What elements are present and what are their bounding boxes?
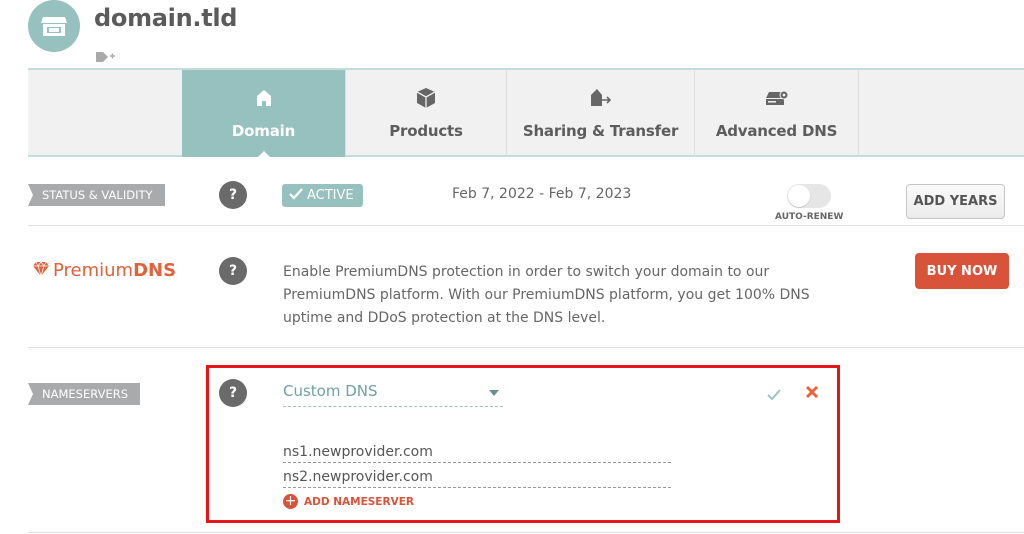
add-years-button[interactable]: ADD YEARS bbox=[906, 184, 1005, 219]
divider bbox=[28, 347, 1024, 348]
plus-circle-icon: + bbox=[283, 493, 298, 509]
check-icon bbox=[289, 187, 303, 204]
cancel-x-icon[interactable] bbox=[805, 384, 819, 403]
status-help-icon[interactable]: ? bbox=[219, 181, 247, 209]
tab-products[interactable]: Products bbox=[345, 70, 506, 157]
add-tag-icon[interactable] bbox=[96, 48, 116, 67]
server-gear-icon bbox=[765, 88, 788, 108]
status-validity-label: STATUS & VALIDITY bbox=[28, 184, 165, 206]
premium-description: Enable PremiumDNS protection in order to… bbox=[283, 264, 810, 326]
nameservers-label: NAMESERVERS bbox=[28, 383, 141, 405]
home-icon bbox=[256, 88, 271, 108]
storefront-icon bbox=[28, 0, 80, 52]
tab-sharing-transfer[interactable]: Sharing & Transfer bbox=[506, 70, 694, 157]
buy-now-button[interactable]: BUY NOW bbox=[915, 253, 1009, 289]
tab-advanced-dns[interactable]: Advanced DNS bbox=[694, 70, 858, 157]
domain-header: domain.tld bbox=[0, 0, 1024, 68]
auto-renew-toggle[interactable] bbox=[787, 184, 831, 208]
auto-renew-label: AUTO-RENEW bbox=[775, 212, 844, 222]
box-icon bbox=[417, 88, 435, 108]
tab-empty bbox=[858, 70, 1024, 157]
nameserver-2-input[interactable] bbox=[283, 466, 671, 488]
status-badge: ACTIVE bbox=[282, 184, 363, 207]
nameservers-help-icon[interactable]: ? bbox=[219, 379, 247, 407]
tab-domain[interactable]: Domain bbox=[182, 70, 345, 158]
divider bbox=[28, 225, 1024, 226]
chevron-down-icon bbox=[489, 390, 499, 396]
premium-dns-logo: PremiumDNS bbox=[33, 260, 176, 281]
confirm-check-icon[interactable] bbox=[767, 385, 781, 404]
nameserver-1-input[interactable] bbox=[283, 441, 671, 463]
house-transfer-icon bbox=[590, 88, 611, 108]
diamond-icon bbox=[33, 260, 49, 281]
add-nameserver-button[interactable]: + ADD NAMESERVER bbox=[283, 494, 414, 509]
divider bbox=[28, 532, 1024, 533]
domain-title: domain.tld bbox=[94, 4, 238, 32]
validity-dates: Feb 7, 2022 - Feb 7, 2023 bbox=[452, 186, 632, 202]
domain-tabs: Domain Products Sharing & Transfer Advan… bbox=[28, 68, 1024, 158]
dns-type-select[interactable]: Custom DNS bbox=[283, 381, 503, 407]
premium-help-icon[interactable]: ? bbox=[219, 257, 247, 285]
